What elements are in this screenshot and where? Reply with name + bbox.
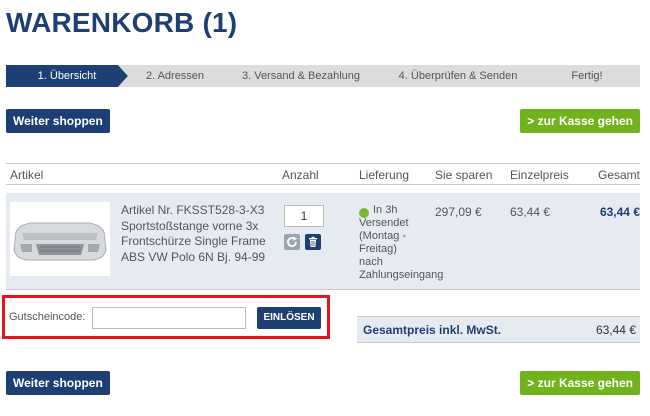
continue-shopping-button-top[interactable]: Weiter shoppen xyxy=(6,109,110,133)
column-header-total: Gesamt xyxy=(597,168,640,182)
column-header-delivery: Lieferung xyxy=(359,168,410,182)
step-label: Fertig! xyxy=(571,70,603,82)
product-name-line: Sportstoßstange vorne 3x xyxy=(121,218,259,233)
column-header-quantity: Anzahl xyxy=(282,168,319,182)
column-header-savings: Sie sparen xyxy=(435,168,493,182)
delivery-line: (Montag - xyxy=(359,230,407,242)
article-number: Artikel Nr. FKSST528-3-X3 xyxy=(121,203,265,217)
item-total: 63,44 € xyxy=(599,205,640,219)
savings-amount: 297,09 € xyxy=(435,205,482,219)
quantity-input[interactable] xyxy=(284,205,324,227)
column-header-unit-price: Einzelpreis xyxy=(510,168,569,182)
continue-shopping-button-bottom[interactable]: Weiter shoppen xyxy=(6,371,110,395)
redeem-voucher-button[interactable]: EINLÖSEN xyxy=(257,307,321,329)
product-name-line: ABS VW Polo 6N Bj. 94-99 xyxy=(121,249,266,264)
voucher-section: Gutscheincode: EINLÖSEN xyxy=(2,295,330,339)
product-image[interactable] xyxy=(10,202,110,276)
unit-price: 63,44 € xyxy=(510,205,551,219)
total-label: Gesamtpreis inkl. MwSt. xyxy=(363,323,502,337)
step-label: 2. Adressen xyxy=(145,70,205,82)
step-done[interactable]: Fertig! xyxy=(534,65,640,87)
step-label: 3. Versand & Bezahlung xyxy=(241,70,361,82)
step-label: 1. Übersicht xyxy=(37,70,97,82)
column-header-article: Artikel xyxy=(10,168,44,182)
step-shipping-payment[interactable]: 3. Versand & Bezahlung xyxy=(220,65,382,87)
delivery-line: Zahlungseingang xyxy=(359,269,444,281)
table-row: Artikel Nr. FKSST528-3-X3 Sportstoßstang… xyxy=(6,193,640,290)
checkout-steps: 1. Übersicht 2. Adressen 3. Versand & Be… xyxy=(6,65,640,87)
page-title: WARENKORB (1) xyxy=(6,7,238,38)
delivery-line: nach xyxy=(359,256,383,268)
voucher-code-input[interactable] xyxy=(92,307,246,329)
product-description[interactable]: Artikel Nr. FKSST528-3-X3 Sportstoßstang… xyxy=(121,203,281,265)
trash-icon xyxy=(309,236,317,247)
total-value: 63,44 € xyxy=(595,323,636,337)
refresh-icon xyxy=(287,236,297,247)
checkout-button-bottom[interactable]: > zur Kasse gehen xyxy=(520,371,640,395)
update-quantity-button[interactable] xyxy=(284,234,300,250)
voucher-label: Gutscheincode: xyxy=(9,311,86,323)
remove-item-button[interactable] xyxy=(305,234,321,250)
order-total-summary: Gesamtpreis inkl. MwSt. 63,44 € xyxy=(357,316,640,343)
cart-table-header: Artikel Anzahl Lieferung Sie sparen Einz… xyxy=(6,163,640,185)
checkout-button-top[interactable]: > zur Kasse gehen xyxy=(520,109,640,133)
step-label: 4. Überprüfen & Senden xyxy=(398,70,518,82)
product-name-line: Frontschürze Single Frame xyxy=(121,234,266,248)
step-review-send[interactable]: 4. Überprüfen & Senden xyxy=(370,65,546,87)
delivery-line: Freitag) xyxy=(359,243,397,255)
step-addresses[interactable]: 2. Adressen xyxy=(118,65,232,87)
bumper-illustration xyxy=(13,222,107,261)
step-overview[interactable]: 1. Übersicht xyxy=(6,65,128,87)
